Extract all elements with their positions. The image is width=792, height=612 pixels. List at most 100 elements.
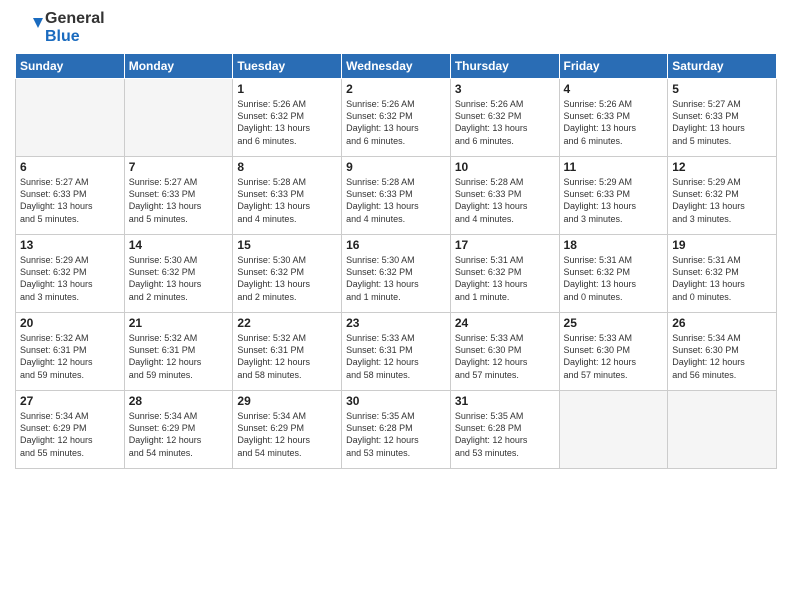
- day-number: 29: [237, 394, 337, 408]
- calendar-cell: 15 Sunrise: 5:30 AM Sunset: 6:32 PM Dayli…: [233, 235, 342, 313]
- day-detail: Sunrise: 5:33 AM Sunset: 6:31 PM Dayligh…: [346, 332, 446, 381]
- calendar-cell: 18 Sunrise: 5:31 AM Sunset: 6:32 PM Dayli…: [559, 235, 668, 313]
- day-of-week-header: Saturday: [668, 54, 777, 79]
- calendar-cell: 22 Sunrise: 5:32 AM Sunset: 6:31 PM Dayli…: [233, 313, 342, 391]
- calendar-week-row: 20Sunrise: 5:32 AM Sunset: 6:31 PM Dayli…: [16, 313, 777, 391]
- logo-blue: Blue: [45, 28, 105, 46]
- day-detail: Sunrise: 5:28 AM Sunset: 6:33 PM Dayligh…: [346, 176, 446, 225]
- day-detail: Sunrise: 5:29 AM Sunset: 6:32 PM Dayligh…: [20, 254, 120, 303]
- day-number: 25: [564, 316, 664, 330]
- day-detail: Sunrise: 5:34 AM Sunset: 6:29 PM Dayligh…: [20, 410, 120, 459]
- day-detail: Sunrise: 5:26 AM Sunset: 6:32 PM Dayligh…: [346, 98, 446, 147]
- day-detail: Sunrise: 5:34 AM Sunset: 6:29 PM Dayligh…: [129, 410, 229, 459]
- day-detail: Sunrise: 5:31 AM Sunset: 6:32 PM Dayligh…: [455, 254, 555, 303]
- calendar-cell: 6 Sunrise: 5:27 AM Sunset: 6:33 PM Daylig…: [16, 157, 125, 235]
- day-of-week-header: Sunday: [16, 54, 125, 79]
- day-detail: Sunrise: 5:32 AM Sunset: 6:31 PM Dayligh…: [20, 332, 120, 381]
- day-detail: Sunrise: 5:32 AM Sunset: 6:31 PM Dayligh…: [129, 332, 229, 381]
- day-detail: Sunrise: 5:29 AM Sunset: 6:32 PM Dayligh…: [672, 176, 772, 225]
- calendar-cell: 10Sunrise: 5:28 AM Sunset: 6:33 PM Dayli…: [450, 157, 559, 235]
- day-detail: Sunrise: 5:31 AM Sunset: 6:32 PM Dayligh…: [564, 254, 664, 303]
- calendar-cell: 9 Sunrise: 5:28 AM Sunset: 6:33 PM Daylig…: [342, 157, 451, 235]
- calendar-cell: 16 Sunrise: 5:30 AM Sunset: 6:32 PM Dayli…: [342, 235, 451, 313]
- day-detail: Sunrise: 5:34 AM Sunset: 6:30 PM Dayligh…: [672, 332, 772, 381]
- day-number: 21: [129, 316, 229, 330]
- logo-general: General: [45, 10, 105, 28]
- day-number: 16: [346, 238, 446, 252]
- day-number: 28: [129, 394, 229, 408]
- calendar-cell: [16, 79, 125, 157]
- day-number: 24: [455, 316, 555, 330]
- day-detail: Sunrise: 5:35 AM Sunset: 6:28 PM Dayligh…: [455, 410, 555, 459]
- day-number: 6: [20, 160, 120, 174]
- day-detail: Sunrise: 5:27 AM Sunset: 6:33 PM Dayligh…: [672, 98, 772, 147]
- calendar-cell: 28 Sunrise: 5:34 AM Sunset: 6:29 PM Dayli…: [124, 391, 233, 469]
- calendar-cell: 7 Sunrise: 5:27 AM Sunset: 6:33 PM Daylig…: [124, 157, 233, 235]
- day-number: 12: [672, 160, 772, 174]
- day-number: 4: [564, 82, 664, 96]
- day-detail: Sunrise: 5:26 AM Sunset: 6:32 PM Dayligh…: [455, 98, 555, 147]
- day-detail: Sunrise: 5:33 AM Sunset: 6:30 PM Dayligh…: [455, 332, 555, 381]
- day-detail: Sunrise: 5:35 AM Sunset: 6:28 PM Dayligh…: [346, 410, 446, 459]
- page-container: General Blue SundayMondayTuesdayWednesda…: [0, 0, 792, 479]
- day-number: 19: [672, 238, 772, 252]
- calendar-cell: 17 Sunrise: 5:31 AM Sunset: 6:32 PM Dayli…: [450, 235, 559, 313]
- day-number: 18: [564, 238, 664, 252]
- day-number: 7: [129, 160, 229, 174]
- calendar-cell: 11Sunrise: 5:29 AM Sunset: 6:33 PM Dayli…: [559, 157, 668, 235]
- logo: General Blue: [15, 10, 105, 45]
- header: General Blue: [15, 10, 777, 45]
- day-detail: Sunrise: 5:30 AM Sunset: 6:32 PM Dayligh…: [346, 254, 446, 303]
- day-of-week-header: Wednesday: [342, 54, 451, 79]
- day-of-week-header: Tuesday: [233, 54, 342, 79]
- calendar-cell: 27 Sunrise: 5:34 AM Sunset: 6:29 PM Dayli…: [16, 391, 125, 469]
- day-detail: Sunrise: 5:26 AM Sunset: 6:32 PM Dayligh…: [237, 98, 337, 147]
- day-detail: Sunrise: 5:27 AM Sunset: 6:33 PM Dayligh…: [129, 176, 229, 225]
- day-detail: Sunrise: 5:32 AM Sunset: 6:31 PM Dayligh…: [237, 332, 337, 381]
- day-number: 1: [237, 82, 337, 96]
- calendar-week-row: 1 Sunrise: 5:26 AM Sunset: 6:32 PM Daylig…: [16, 79, 777, 157]
- day-number: 15: [237, 238, 337, 252]
- calendar-cell: 26 Sunrise: 5:34 AM Sunset: 6:30 PM Dayli…: [668, 313, 777, 391]
- calendar-cell: 29 Sunrise: 5:34 AM Sunset: 6:29 PM Dayli…: [233, 391, 342, 469]
- day-number: 23: [346, 316, 446, 330]
- day-number: 8: [237, 160, 337, 174]
- day-detail: Sunrise: 5:34 AM Sunset: 6:29 PM Dayligh…: [237, 410, 337, 459]
- calendar-cell: 21 Sunrise: 5:32 AM Sunset: 6:31 PM Dayli…: [124, 313, 233, 391]
- day-detail: Sunrise: 5:29 AM Sunset: 6:33 PM Dayligh…: [564, 176, 664, 225]
- day-of-week-header: Friday: [559, 54, 668, 79]
- logo-branding: General Blue: [15, 10, 105, 45]
- calendar-week-row: 27 Sunrise: 5:34 AM Sunset: 6:29 PM Dayli…: [16, 391, 777, 469]
- day-detail: Sunrise: 5:26 AM Sunset: 6:33 PM Dayligh…: [564, 98, 664, 147]
- calendar-cell: [668, 391, 777, 469]
- day-number: 5: [672, 82, 772, 96]
- calendar-cell: [124, 79, 233, 157]
- day-number: 22: [237, 316, 337, 330]
- day-number: 31: [455, 394, 555, 408]
- calendar-cell: 1 Sunrise: 5:26 AM Sunset: 6:32 PM Daylig…: [233, 79, 342, 157]
- day-detail: Sunrise: 5:27 AM Sunset: 6:33 PM Dayligh…: [20, 176, 120, 225]
- day-number: 17: [455, 238, 555, 252]
- calendar-cell: 19Sunrise: 5:31 AM Sunset: 6:32 PM Dayli…: [668, 235, 777, 313]
- logo-svg-icon: [15, 14, 43, 42]
- day-number: 27: [20, 394, 120, 408]
- calendar-week-row: 13Sunrise: 5:29 AM Sunset: 6:32 PM Dayli…: [16, 235, 777, 313]
- calendar-header-row: SundayMondayTuesdayWednesdayThursdayFrid…: [16, 54, 777, 79]
- day-detail: Sunrise: 5:30 AM Sunset: 6:32 PM Dayligh…: [129, 254, 229, 303]
- calendar-cell: 3 Sunrise: 5:26 AM Sunset: 6:32 PM Daylig…: [450, 79, 559, 157]
- day-number: 9: [346, 160, 446, 174]
- day-detail: Sunrise: 5:28 AM Sunset: 6:33 PM Dayligh…: [237, 176, 337, 225]
- day-number: 2: [346, 82, 446, 96]
- day-of-week-header: Thursday: [450, 54, 559, 79]
- day-of-week-header: Monday: [124, 54, 233, 79]
- day-detail: Sunrise: 5:30 AM Sunset: 6:32 PM Dayligh…: [237, 254, 337, 303]
- day-detail: Sunrise: 5:33 AM Sunset: 6:30 PM Dayligh…: [564, 332, 664, 381]
- day-number: 26: [672, 316, 772, 330]
- calendar-cell: 13Sunrise: 5:29 AM Sunset: 6:32 PM Dayli…: [16, 235, 125, 313]
- calendar-cell: 8 Sunrise: 5:28 AM Sunset: 6:33 PM Daylig…: [233, 157, 342, 235]
- day-number: 3: [455, 82, 555, 96]
- day-detail: Sunrise: 5:28 AM Sunset: 6:33 PM Dayligh…: [455, 176, 555, 225]
- calendar-cell: [559, 391, 668, 469]
- calendar-cell: 20Sunrise: 5:32 AM Sunset: 6:31 PM Dayli…: [16, 313, 125, 391]
- calendar-table: SundayMondayTuesdayWednesdayThursdayFrid…: [15, 53, 777, 469]
